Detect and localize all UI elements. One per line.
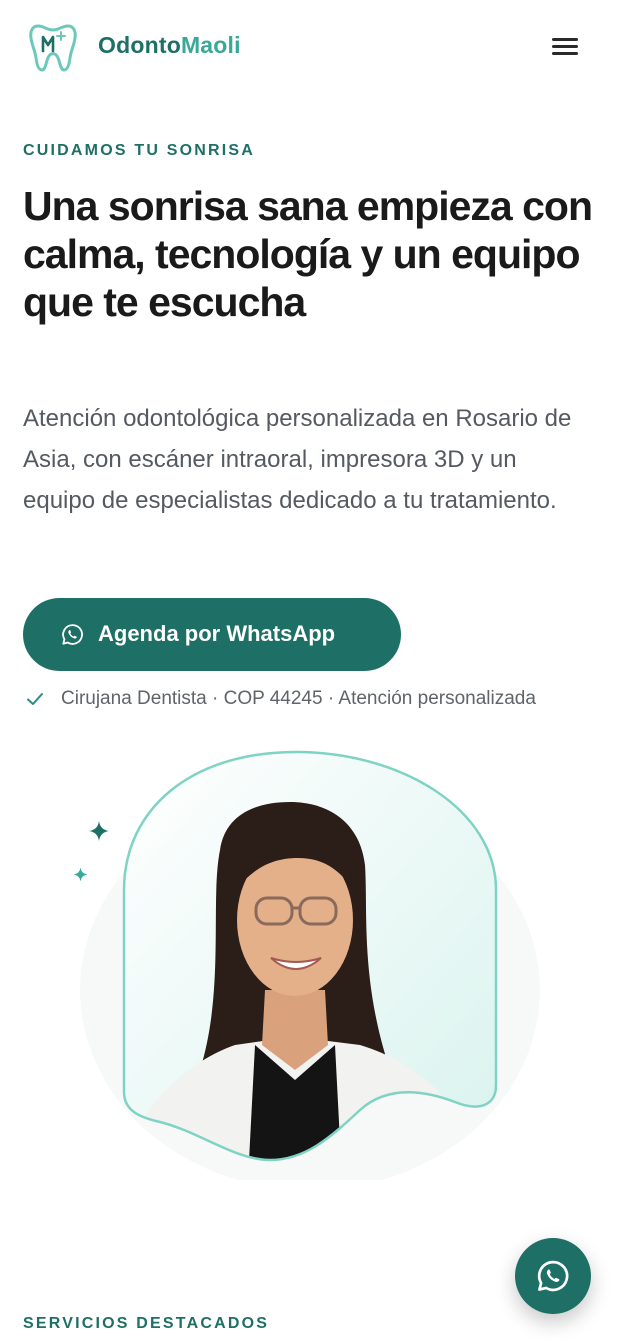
check-icon xyxy=(27,693,43,705)
whatsapp-icon xyxy=(537,1260,569,1292)
credential-text: Cirujana Dentista · COP 44245 · Atención… xyxy=(61,688,536,709)
whatsapp-booking-label: Agenda por WhatsApp xyxy=(98,621,336,646)
whatsapp-floating-button[interactable] xyxy=(515,1238,591,1314)
whatsapp-booking-button[interactable]: Agenda por WhatsApp xyxy=(23,598,401,671)
hero-description: Atención odontológica personalizada en R… xyxy=(23,405,572,514)
hero-title: Una sonrisa sana empieza con calma, tecn… xyxy=(23,183,593,325)
tooth-logo-icon[interactable] xyxy=(28,20,78,72)
dentist-portrait xyxy=(80,750,540,1180)
site-header: OdontoMaoli xyxy=(0,0,620,92)
brand-name-part1: Odonto xyxy=(98,32,181,58)
hamburger-menu-icon[interactable] xyxy=(546,30,584,62)
services-eyebrow: SERVICIOS DESTACADOS xyxy=(23,1315,270,1332)
hero-eyebrow: CUIDAMOS TU SONRISA xyxy=(23,142,256,159)
whatsapp-icon xyxy=(62,624,83,645)
brand-name-part2: Maoli xyxy=(180,32,241,58)
brand-name[interactable]: OdontoMaoli xyxy=(98,32,241,59)
